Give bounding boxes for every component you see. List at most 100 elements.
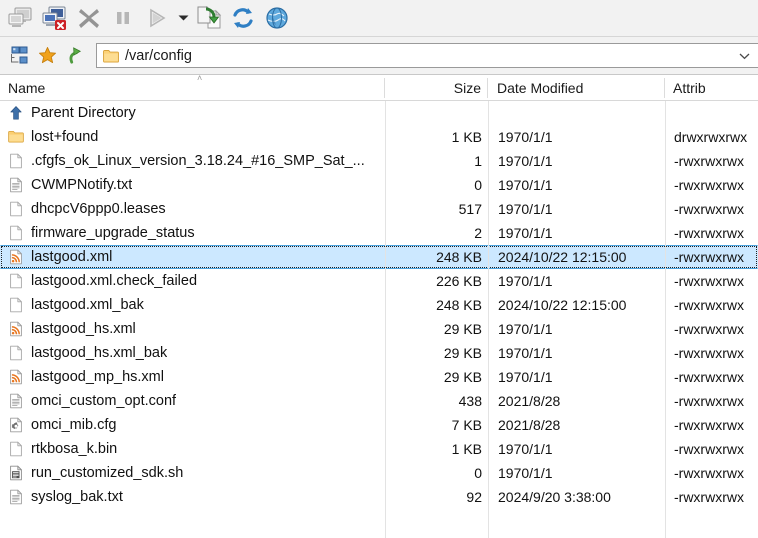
column-header-name[interactable]: Name xyxy=(0,75,385,101)
table-row[interactable]: CWMPNotify.txt01970/1/1-rwxrwxrwx xyxy=(0,173,758,197)
connect-button[interactable] xyxy=(4,1,38,35)
cell-name: firmware_upgrade_status xyxy=(1,225,386,241)
stop-button[interactable] xyxy=(72,1,106,35)
cell-name: lastgood_mp_hs.xml xyxy=(1,369,386,385)
site-tree-icon[interactable] xyxy=(6,43,32,69)
cell-date-modified: 2024/9/20 3:38:00 xyxy=(489,489,666,505)
cell-size: 248 KB xyxy=(386,297,489,313)
file-name-label: .cfgfs_ok_Linux_version_3.18.24_#16_SMP_… xyxy=(31,153,365,169)
cell-name: lastgood.xml_bak xyxy=(1,297,386,313)
table-row[interactable]: lastgood_hs.xml_bak29 KB1970/1/1-rwxrwxr… xyxy=(0,341,758,365)
cell-name: Parent Directory xyxy=(1,105,386,121)
cell-attrib: -rwxrwxrwx xyxy=(666,465,757,481)
file-name-label: lastgood_mp_hs.xml xyxy=(31,369,164,385)
pause-button[interactable] xyxy=(106,1,140,35)
cell-date-modified: 1970/1/1 xyxy=(489,225,666,241)
file-name-label: rtkbosa_k.bin xyxy=(31,441,117,457)
file-text-icon xyxy=(8,393,24,409)
table-row[interactable]: omci_mib.cfg7 KB2021/8/28-rwxrwxrwx xyxy=(0,413,758,437)
cell-attrib: -rwxrwxrwx xyxy=(666,417,757,433)
column-header-attrib-label: Attrib xyxy=(673,80,706,96)
cell-name: lastgood.xml.check_failed xyxy=(1,273,386,289)
cell-size: 517 xyxy=(386,201,489,217)
table-row[interactable]: firmware_upgrade_status21970/1/1-rwxrwxr… xyxy=(0,221,758,245)
file-name-label: lastgood.xml_bak xyxy=(31,297,144,313)
up-arrow-icon[interactable] xyxy=(62,43,88,69)
cell-attrib: -rwxrwxrwx xyxy=(666,489,757,505)
file-name-label: lastgood_hs.xml_bak xyxy=(31,345,167,361)
cell-attrib: -rwxrwxrwx xyxy=(666,177,757,193)
cell-attrib: -rwxrwxrwx xyxy=(666,393,757,409)
cell-attrib: -rwxrwxrwx xyxy=(666,153,757,169)
address-input[interactable]: /var/config xyxy=(96,43,758,68)
table-row[interactable]: lastgood_hs.xml29 KB1970/1/1-rwxrwxrwx xyxy=(0,317,758,341)
cell-attrib: -rwxrwxrwx xyxy=(666,369,757,385)
globe-icon[interactable] xyxy=(260,1,294,35)
table-row[interactable]: lost+found1 KB1970/1/1drwxrwxrwx xyxy=(0,125,758,149)
column-header-attrib[interactable]: Attrib xyxy=(665,75,758,101)
download-button[interactable] xyxy=(192,1,226,35)
column-header-date-label: Date Modified xyxy=(497,80,583,96)
folder-icon xyxy=(103,49,119,63)
cell-name: CWMPNotify.txt xyxy=(1,177,386,193)
table-row[interactable]: lastgood.xml.check_failed226 KB1970/1/1-… xyxy=(0,269,758,293)
play-dropdown-button[interactable] xyxy=(174,1,192,35)
cell-date-modified: 1970/1/1 xyxy=(489,345,666,361)
file-text-icon xyxy=(8,177,24,193)
table-row[interactable]: omci_custom_opt.conf4382021/8/28-rwxrwxr… xyxy=(0,389,758,413)
file-blank-icon xyxy=(8,225,24,241)
file-name-label: omci_custom_opt.conf xyxy=(31,393,176,409)
cell-name: run_customized_sdk.sh xyxy=(1,465,386,481)
sort-ascending-icon: ˄ xyxy=(197,74,202,83)
cell-name: omci_custom_opt.conf xyxy=(1,393,386,409)
address-bar: /var/config xyxy=(0,37,758,75)
cell-date-modified: 1970/1/1 xyxy=(489,153,666,169)
cell-date-modified: 1970/1/1 xyxy=(489,465,666,481)
file-blank-icon xyxy=(8,441,24,457)
cell-date-modified: 1970/1/1 xyxy=(489,129,666,145)
table-row[interactable]: syslog_bak.txt922024/9/20 3:38:00-rwxrwx… xyxy=(0,485,758,509)
table-row[interactable]: run_customized_sdk.sh01970/1/1-rwxrwxrwx xyxy=(0,461,758,485)
cell-size: 29 KB xyxy=(386,321,489,337)
play-button[interactable] xyxy=(140,1,174,35)
disconnect-button[interactable] xyxy=(38,1,72,35)
table-row[interactable]: rtkbosa_k.bin1 KB1970/1/1-rwxrwxrwx xyxy=(0,437,758,461)
cell-size: 7 KB xyxy=(386,417,489,433)
cell-date-modified: 2024/10/22 12:15:00 xyxy=(489,249,666,265)
table-row[interactable]: dhcpcV6ppp0.leases5171970/1/1-rwxrwxrwx xyxy=(0,197,758,221)
table-row[interactable]: lastgood.xml_bak248 KB2024/10/22 12:15:0… xyxy=(0,293,758,317)
cell-size: 1 xyxy=(386,153,489,169)
file-name-label: CWMPNotify.txt xyxy=(31,177,132,193)
file-blank-icon xyxy=(8,297,24,313)
file-blank-icon xyxy=(8,153,24,169)
file-list[interactable]: Parent Directory lost+found1 KB1970/1/1dr… xyxy=(0,101,758,538)
file-blank-icon xyxy=(8,201,24,217)
cell-size: 1 KB xyxy=(386,441,489,457)
cell-size: 29 KB xyxy=(386,345,489,361)
table-row-selected[interactable]: lastgood.xml248 KB2024/10/22 12:15:00-rw… xyxy=(0,245,758,269)
cell-attrib: -rwxrwxrwx xyxy=(666,249,757,265)
table-row[interactable]: Parent Directory xyxy=(0,101,758,125)
cell-size: 248 KB xyxy=(386,249,489,265)
cell-attrib: -rwxrwxrwx xyxy=(666,321,757,337)
cell-name: rtkbosa_k.bin xyxy=(1,441,386,457)
column-header-size-label: Size xyxy=(454,80,481,96)
column-header-date-modified[interactable]: Date Modified xyxy=(488,75,665,101)
toolbar xyxy=(0,0,758,37)
file-name-label: omci_mib.cfg xyxy=(31,417,116,433)
cell-size: 2 xyxy=(386,225,489,241)
file-text-icon xyxy=(8,489,24,505)
cell-name: .cfgfs_ok_Linux_version_3.18.24_#16_SMP_… xyxy=(1,153,386,169)
file-name-label: Parent Directory xyxy=(31,105,136,121)
cell-name: syslog_bak.txt xyxy=(1,489,386,505)
table-row[interactable]: .cfgfs_ok_Linux_version_3.18.24_#16_SMP_… xyxy=(0,149,758,173)
chevron-down-icon[interactable] xyxy=(739,52,750,59)
column-header-size[interactable]: Size xyxy=(385,75,488,101)
cell-attrib: -rwxrwxrwx xyxy=(666,297,757,313)
cell-size: 29 KB xyxy=(386,369,489,385)
address-path: /var/config xyxy=(125,48,192,64)
file-blank-icon xyxy=(8,273,24,289)
star-icon[interactable] xyxy=(34,43,60,69)
table-row[interactable]: lastgood_mp_hs.xml29 KB1970/1/1-rwxrwxrw… xyxy=(0,365,758,389)
refresh-button[interactable] xyxy=(226,1,260,35)
